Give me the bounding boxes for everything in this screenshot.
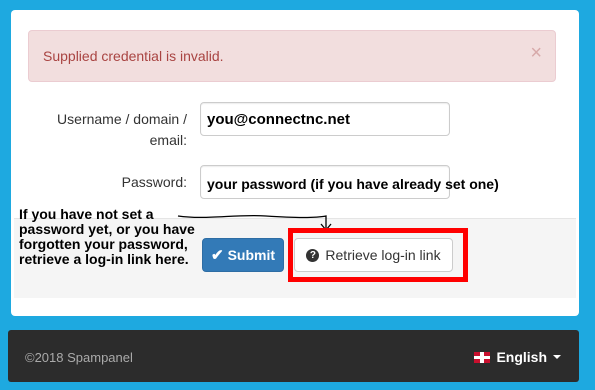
retrieve-label: Retrieve log-in link xyxy=(325,247,441,263)
username-input[interactable]: you@connectnc.net xyxy=(200,102,450,136)
password-value: your password (if you have already set o… xyxy=(207,176,499,192)
language-label: English xyxy=(496,349,547,365)
password-label: Password: xyxy=(121,174,187,190)
username-label: Username / domain / email: xyxy=(57,111,187,148)
alert-message: Supplied credential is invalid. xyxy=(43,48,224,64)
page-footer: ©2018 Spampanel English xyxy=(8,330,579,382)
caret-down-icon xyxy=(553,355,561,359)
username-value: you@connectnc.net xyxy=(207,111,350,128)
close-icon[interactable]: × xyxy=(530,43,542,63)
error-alert: Supplied credential is invalid. × xyxy=(28,30,556,82)
submit-button[interactable]: ✔ Submit xyxy=(202,238,284,272)
copyright-text: ©2018 Spampanel xyxy=(25,350,133,365)
question-circle-icon: ? xyxy=(306,248,320,262)
login-card: Supplied credential is invalid. × Userna… xyxy=(11,10,579,316)
password-input[interactable]: your password (if you have already set o… xyxy=(200,165,499,199)
uk-flag-icon xyxy=(474,351,491,363)
language-dropdown[interactable]: English xyxy=(474,349,561,365)
retrieve-login-link-button[interactable]: ? Retrieve log-in link xyxy=(294,238,453,272)
submit-label: Submit xyxy=(227,247,276,263)
check-icon: ✔ xyxy=(210,247,224,264)
